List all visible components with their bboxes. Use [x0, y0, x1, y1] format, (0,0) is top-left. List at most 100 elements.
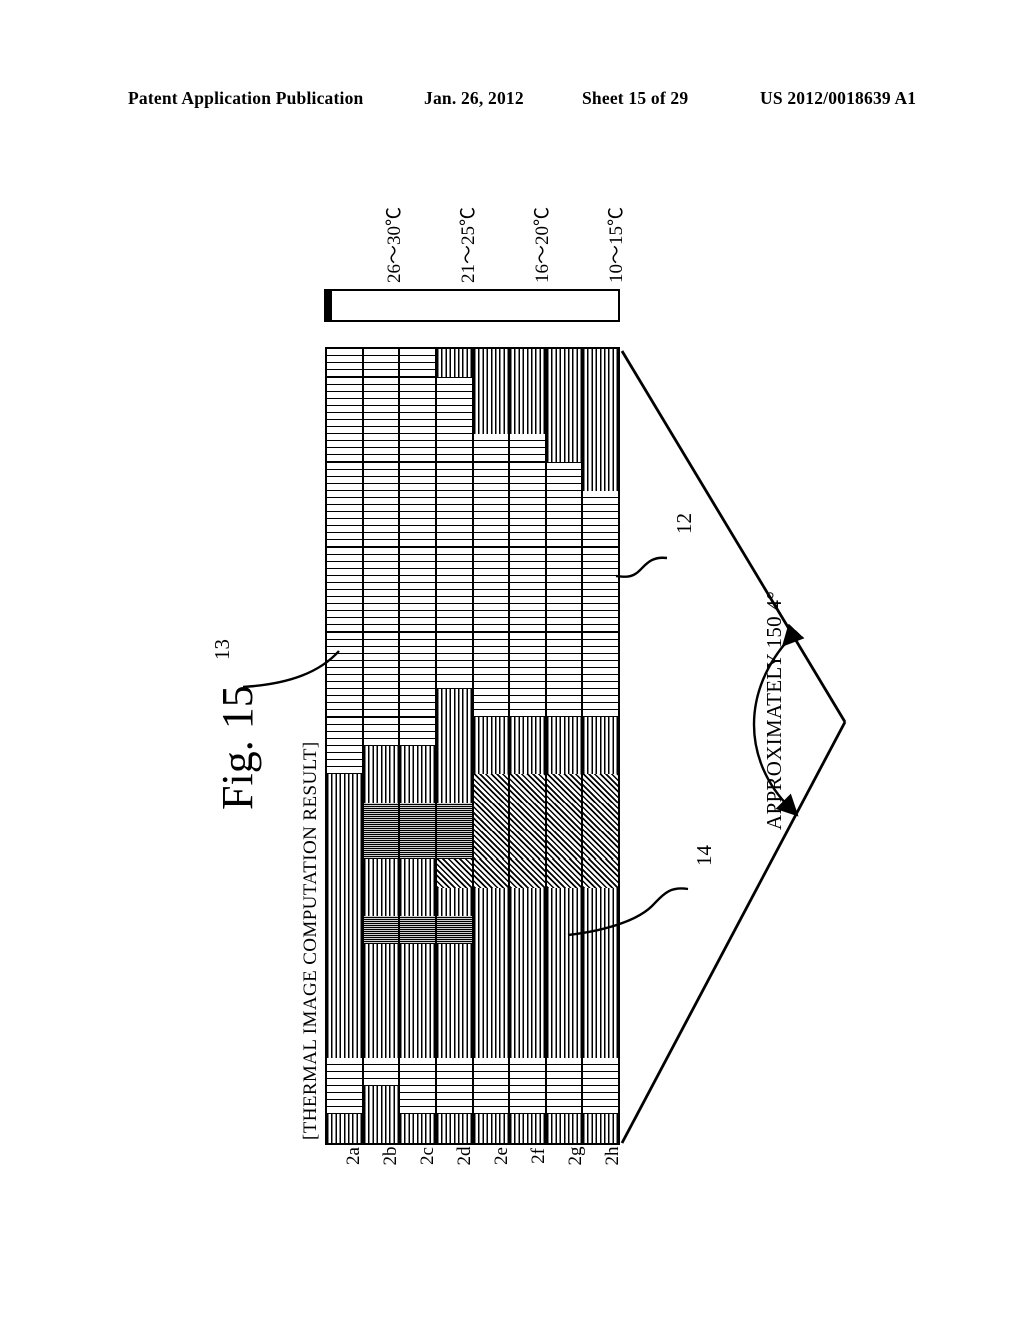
header-publication: Patent Application Publication — [128, 88, 364, 108]
map-cell — [400, 604, 435, 633]
map-cell — [400, 1114, 435, 1143]
map-cell — [436, 887, 472, 916]
legend-swatch-bar — [324, 289, 620, 322]
map-cell — [363, 660, 399, 690]
map-cell — [546, 859, 582, 888]
map-cell — [436, 1000, 472, 1030]
map-cell — [327, 660, 362, 690]
map-cell — [546, 604, 582, 633]
map-cell — [510, 405, 545, 435]
map-cell — [546, 915, 582, 945]
axis-label-2h: 2h — [583, 1147, 623, 1198]
map-cell — [473, 717, 509, 746]
map-cell — [436, 660, 472, 690]
map-cell — [546, 434, 582, 463]
map-cell — [546, 632, 582, 661]
map-cell — [436, 1085, 472, 1115]
publication-header: Patent Application Publication Jan. 26, … — [0, 88, 1024, 114]
map-cell — [327, 944, 362, 973]
map-cell — [327, 802, 362, 831]
map-column-2c — [400, 349, 437, 1143]
map-cell — [363, 1085, 399, 1115]
map-cell — [510, 944, 545, 973]
map-cell — [363, 972, 399, 1001]
map-cell — [583, 887, 618, 916]
map-cell — [473, 972, 509, 1001]
map-cell — [327, 1114, 362, 1143]
map-cell — [363, 944, 399, 973]
map-cell — [583, 972, 618, 1001]
map-cell — [546, 717, 582, 746]
axis-label-2g: 2g — [546, 1147, 586, 1198]
map-cell — [400, 887, 435, 916]
map-cell — [327, 717, 362, 746]
map-cell — [363, 717, 399, 746]
map-cell — [363, 1000, 399, 1030]
map-column-2h — [583, 349, 618, 1143]
map-cell — [473, 490, 509, 520]
map-cell — [510, 774, 545, 803]
legend-swatch-16-20 — [330, 291, 332, 320]
map-cell — [436, 490, 472, 520]
map-cell — [583, 689, 618, 718]
map-cell — [436, 462, 472, 491]
map-cell — [473, 1000, 509, 1030]
map-cell — [546, 830, 582, 860]
map-cell — [400, 547, 435, 576]
legend-label-10-15: 10〜15℃ — [606, 206, 627, 283]
map-cell — [546, 405, 582, 435]
map-cell — [436, 830, 472, 860]
map-cell — [327, 575, 362, 605]
map-cell — [436, 774, 472, 803]
map-cell — [546, 349, 582, 378]
axis-label-2d: 2d — [436, 1147, 475, 1198]
map-cell — [400, 632, 435, 661]
header-patent-number: US 2012/0018639 A1 — [760, 88, 917, 108]
map-cell — [400, 915, 435, 945]
map-cell — [400, 660, 435, 690]
map-cell — [400, 519, 435, 548]
map-cell — [327, 519, 362, 548]
figure-label: Fig. 15 — [213, 685, 262, 810]
map-cell — [583, 1029, 618, 1058]
map-cell — [400, 944, 435, 973]
map-cell — [436, 604, 472, 633]
map-cell — [583, 462, 618, 491]
map-cell — [327, 1029, 362, 1058]
map-cell — [363, 547, 399, 576]
map-cell — [546, 575, 582, 605]
map-cell — [510, 1000, 545, 1030]
map-cell — [473, 745, 509, 775]
map-column-2g — [546, 349, 584, 1143]
map-cell — [436, 377, 472, 406]
axis-label-row: 2a 2b 2c 2d 2e 2f 2g 2h — [325, 1147, 623, 1198]
callout-number-12: 12 — [672, 513, 696, 534]
map-cell — [363, 490, 399, 520]
map-cell — [400, 859, 435, 888]
map-cell — [473, 547, 509, 576]
map-cell — [583, 944, 618, 973]
map-cell — [583, 1057, 618, 1086]
axis-label-2b: 2b — [362, 1147, 401, 1198]
map-cell — [510, 575, 545, 605]
map-cell — [400, 575, 435, 605]
map-cell — [583, 632, 618, 661]
map-cell — [473, 774, 509, 803]
map-cell — [510, 632, 545, 661]
callout-number-14: 14 — [692, 845, 716, 866]
map-cell — [327, 915, 362, 945]
map-cell — [510, 830, 545, 860]
map-cell — [546, 490, 582, 520]
map-cell — [400, 349, 435, 378]
map-cell — [363, 1114, 399, 1143]
map-cell — [510, 717, 545, 746]
map-cell — [583, 405, 618, 435]
map-column-2d — [436, 349, 474, 1143]
map-cell — [546, 462, 582, 491]
map-cell — [363, 575, 399, 605]
map-cell — [583, 349, 618, 378]
map-cell — [400, 689, 435, 718]
map-cell — [510, 802, 545, 831]
map-cell — [473, 1085, 509, 1115]
thermal-image-map — [325, 347, 620, 1145]
